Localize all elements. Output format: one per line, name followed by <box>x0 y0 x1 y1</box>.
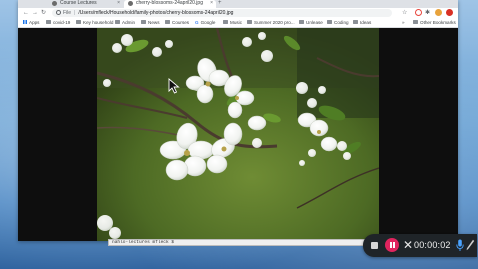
terminal-prompt: nahlo-lectures mfleck $ <box>108 239 368 246</box>
folder-icon <box>247 20 252 25</box>
profile-avatar-icon[interactable] <box>435 9 442 16</box>
tab-label: cherry-blossoms-24april20.jpg <box>136 0 203 6</box>
tab-favicon-icon <box>52 1 57 6</box>
pen-icon[interactable] <box>466 239 475 251</box>
address-scheme: File <box>63 10 72 16</box>
reload-button[interactable]: ↻ <box>41 9 46 17</box>
address-path: /Users/mfleck/Household/family-photos/ch… <box>78 10 234 16</box>
bookmark-unlease[interactable]: Unlease <box>299 19 323 27</box>
tab-label: Course Lectures <box>60 0 97 6</box>
folder-icon <box>353 20 358 25</box>
bookmarks-bar: Apps covid-19 Key household Admin News C… <box>18 18 458 28</box>
bookmark-label: Apps <box>29 20 40 25</box>
folder-icon <box>115 20 120 25</box>
stop-icon[interactable] <box>371 242 378 249</box>
folder-icon <box>76 20 81 25</box>
folder-icon <box>165 20 170 25</box>
folder-icon <box>299 20 304 25</box>
bookmark-covid-19[interactable]: covid-19 <box>46 19 70 27</box>
bookmark-courses[interactable]: Courses <box>165 19 189 27</box>
google-icon: G <box>195 20 199 25</box>
bookmark-label: Coding <box>334 20 349 25</box>
screen-recorder-bar: ✕ 00:00:02 <box>363 234 477 257</box>
bookmark-label: covid-19 <box>53 20 71 25</box>
bookmark-other[interactable]: Other Bookmarks <box>413 19 456 27</box>
image-viewer <box>18 28 458 241</box>
bookmark-label: Other Bookmarks <box>420 20 456 25</box>
bookmark-music[interactable]: Music <box>223 19 242 27</box>
bookmark-label: Ideas <box>360 20 372 25</box>
extension-icon[interactable] <box>415 9 422 16</box>
address-separator: | <box>74 10 76 16</box>
bookmark-coding[interactable]: Coding <box>327 19 349 27</box>
puzzle-icon[interactable]: ✱ <box>425 9 430 17</box>
folder-icon <box>413 20 418 25</box>
bookmark-label: Google <box>200 20 216 25</box>
cherry-blossom-photo <box>97 28 379 241</box>
bookmark-label: Courses <box>172 20 190 25</box>
bookmark-apps[interactable]: Apps <box>23 19 39 27</box>
cherry-blossom-image <box>97 28 379 241</box>
folder-icon <box>327 20 332 25</box>
bookmark-google[interactable]: G Google <box>195 19 215 27</box>
bookmark-label: Key household <box>83 20 114 25</box>
browser-window: Course Lectures × cherry-blossoms-24apri… <box>18 0 458 241</box>
account-icon[interactable] <box>446 9 453 16</box>
bookmark-label: News <box>148 20 160 25</box>
tab-close-icon[interactable]: × <box>117 0 120 7</box>
info-icon[interactable] <box>56 10 61 15</box>
microphone-icon[interactable] <box>456 239 464 252</box>
tab-strip: Course Lectures × cherry-blossoms-24apri… <box>18 0 458 8</box>
tab-close-icon[interactable]: × <box>210 0 213 7</box>
pause-icon[interactable] <box>385 238 399 252</box>
bookmark-key-household[interactable]: Key household <box>76 19 113 27</box>
cancel-icon[interactable]: ✕ <box>403 238 413 252</box>
browser-toolbar: ← → ↻ File |/Users/mfleck/Household/famil… <box>18 8 458 18</box>
recording-timer: 00:00:02 <box>414 240 451 250</box>
bookmarks-overflow-button[interactable]: » <box>402 19 405 27</box>
mouse-pointer-icon <box>168 78 180 94</box>
apps-grid-icon <box>23 20 27 25</box>
folder-icon <box>223 20 228 25</box>
bookmark-label: Summer 2020 pro... <box>254 20 295 25</box>
bookmark-label: Music <box>230 20 242 25</box>
back-button[interactable]: ← <box>23 9 29 17</box>
folder-icon <box>46 20 51 25</box>
folder-icon <box>141 20 146 25</box>
bookmark-label: Admin <box>122 20 136 25</box>
bookmark-label: Unlease <box>306 20 323 25</box>
tab-course-lectures[interactable]: Course Lectures × <box>48 0 123 8</box>
bookmark-admin[interactable]: Admin <box>115 19 135 27</box>
tab-cherry-blossoms[interactable]: cherry-blossoms-24april20.jpg × <box>124 0 216 8</box>
new-tab-button[interactable]: + <box>218 0 222 7</box>
tab-favicon-icon <box>128 1 133 6</box>
bookmark-news[interactable]: News <box>141 19 160 27</box>
address-bar[interactable]: File |/Users/mfleck/Household/family-phot… <box>52 9 392 17</box>
bookmark-summer-2020[interactable]: Summer 2020 pro... <box>247 19 295 27</box>
forward-button[interactable]: → <box>32 9 38 17</box>
star-icon[interactable]: ☆ <box>402 9 407 17</box>
bookmark-ideas[interactable]: Ideas <box>353 19 371 27</box>
